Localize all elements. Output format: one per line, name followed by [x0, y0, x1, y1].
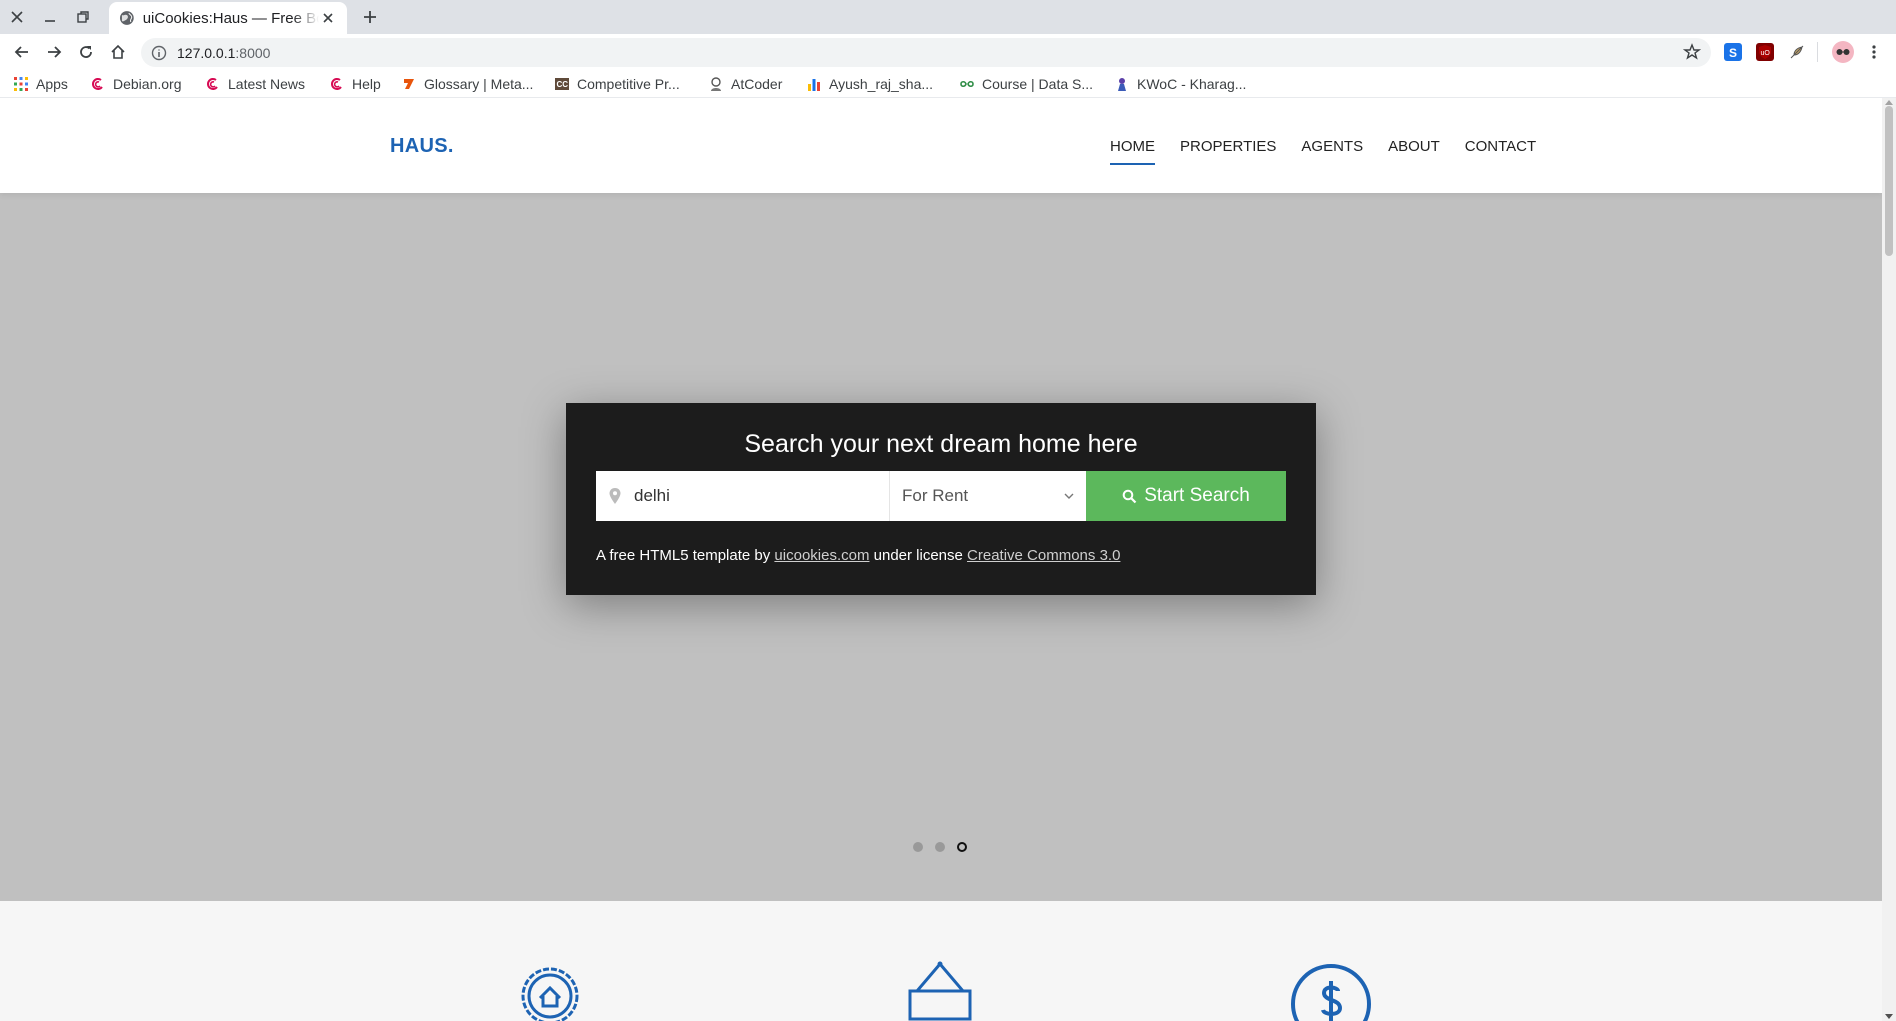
browser-tab[interactable]: uiCookies:Haus — Free Bootstrap [109, 2, 347, 34]
template-credit: A free HTML5 template by uicookies.com u… [596, 547, 1121, 564]
uicookies-link[interactable]: uicookies.com [774, 547, 869, 564]
home-icon[interactable] [106, 40, 130, 64]
nav-contact[interactable]: CONTACT [1465, 138, 1536, 163]
tab-title: uiCookies:Haus — Free Bootstrap [142, 9, 320, 27]
slider-dots [913, 842, 979, 852]
location-input[interactable] [634, 486, 874, 506]
site-logo[interactable]: HAUS. [390, 135, 454, 158]
apps-grid-icon [14, 77, 28, 91]
glossary-icon [404, 79, 414, 89]
address-bar[interactable]: 127.0.0.1:8000 [141, 38, 1711, 67]
back-icon[interactable] [10, 40, 34, 64]
profile-avatar[interactable] [1832, 41, 1854, 63]
debian-icon [331, 78, 342, 90]
map-pin-icon [609, 488, 621, 504]
chevron-down-icon [1064, 493, 1074, 499]
browser-menu-icon[interactable] [1862, 40, 1886, 64]
location-field[interactable] [596, 471, 890, 521]
bookmark-competitive[interactable]: CC Competitive Pr... [554, 74, 680, 94]
new-sign-icon [908, 961, 972, 1021]
slider-dot-1[interactable] [913, 842, 923, 852]
restore-window-icon[interactable] [71, 5, 95, 29]
tab-strip: uiCookies:Haus — Free Bootstrap [0, 0, 1896, 34]
bookmark-label: AtCoder [731, 76, 783, 92]
bookmark-debian[interactable]: Debian.org [90, 74, 182, 94]
bookmark-atcoder[interactable]: AtCoder [708, 74, 782, 94]
bookmark-label: Help [352, 76, 381, 92]
feather-extension-icon[interactable] [1788, 43, 1806, 61]
bookmark-label: Course | Data S... [982, 76, 1094, 92]
listing-type-select[interactable]: For Rent [890, 471, 1086, 521]
hero-slider: Search your next dream home here For Ren… [0, 193, 1882, 901]
bookmark-kwoc[interactable]: KWoC - Kharag... [1114, 74, 1246, 94]
scroll-up-arrow-icon[interactable] [1885, 100, 1893, 105]
svg-text:CC: CC [557, 80, 569, 89]
bookmark-label: Debian.org [113, 76, 182, 92]
browser-toolbar: 127.0.0.1:8000 S uO [0, 34, 1896, 70]
globe-icon [119, 11, 134, 25]
bookmark-label: Competitive Pr... [577, 76, 680, 92]
page-scrollbar[interactable] [1882, 98, 1896, 1021]
search-heading: Search your next dream home here [744, 430, 1138, 458]
forward-icon[interactable] [42, 40, 66, 64]
scroll-thumb[interactable] [1885, 106, 1893, 256]
start-search-button[interactable]: Start Search [1086, 471, 1286, 521]
svg-text:uO: uO [1761, 50, 1771, 57]
debian-icon [207, 78, 218, 90]
listing-type-value: For Rent [902, 486, 969, 505]
reload-icon[interactable] [74, 40, 98, 64]
search-icon [1122, 489, 1137, 503]
bookmark-label: Apps [36, 76, 68, 92]
nav-properties[interactable]: PROPERTIES [1180, 138, 1276, 163]
new-tab-icon[interactable] [358, 5, 382, 29]
bookmark-ayush[interactable]: Ayush_raj_sha... [806, 74, 933, 94]
bookmark-label: Latest News [228, 76, 306, 92]
main-nav: HOME PROPERTIES AGENTS ABOUT CONTACT [1110, 138, 1561, 165]
close-window-icon[interactable] [5, 5, 29, 29]
license-link[interactable]: Creative Commons 3.0 [967, 547, 1120, 564]
svg-text:S: S [1729, 46, 1737, 60]
bar-chart-icon [808, 79, 820, 91]
debian-icon [92, 78, 103, 90]
close-tab-icon[interactable] [319, 9, 337, 27]
site-header: HAUS. HOME PROPERTIES AGENTS ABOUT CONTA… [0, 98, 1882, 193]
bookmark-label: KWoC - Kharag... [1137, 76, 1247, 92]
features-section [0, 901, 1882, 1021]
minimize-window-icon[interactable] [38, 5, 62, 29]
bookmark-glossary[interactable]: Glossary | Meta... [401, 74, 533, 94]
gfg-icon [960, 80, 974, 88]
search-panel: Search your next dream home here For Ren… [566, 403, 1316, 595]
bookmark-latest-news[interactable]: Latest News [205, 74, 305, 94]
info-icon[interactable] [151, 45, 167, 61]
bookmark-course[interactable]: Course | Data S... [959, 74, 1093, 94]
url-text: 127.0.0.1:8000 [177, 44, 271, 61]
bookmark-label: Glossary | Meta... [424, 76, 534, 92]
slider-dot-3[interactable] [957, 842, 967, 852]
bookmark-label: Ayush_raj_sha... [829, 76, 934, 92]
start-search-label: Start Search [1144, 485, 1250, 506]
atcoder-icon [711, 77, 721, 91]
scroll-down-arrow-icon[interactable] [1885, 1014, 1893, 1019]
nav-home[interactable]: HOME [1110, 138, 1155, 165]
skype-extension-icon[interactable]: S [1724, 43, 1742, 61]
kwoc-icon [1118, 78, 1126, 91]
slider-dot-2[interactable] [935, 842, 945, 852]
bookmark-apps[interactable]: Apps [13, 74, 68, 94]
bookmark-help[interactable]: Help [329, 74, 381, 94]
nav-about[interactable]: ABOUT [1388, 138, 1440, 163]
dollar-circle-icon [1291, 964, 1371, 1021]
nav-agents[interactable]: AGENTS [1301, 138, 1363, 163]
bookmark-star-icon[interactable] [1683, 43, 1701, 61]
badge-home-icon [521, 967, 579, 1021]
page-viewport: HAUS. HOME PROPERTIES AGENTS ABOUT CONTA… [0, 98, 1882, 1021]
ublock-extension-icon[interactable]: uO [1756, 43, 1774, 61]
cc-icon: CC [555, 78, 569, 90]
toolbar-divider [1817, 42, 1818, 62]
bookmarks-bar: Apps Debian.org Latest News Help Glossar… [0, 70, 1896, 98]
